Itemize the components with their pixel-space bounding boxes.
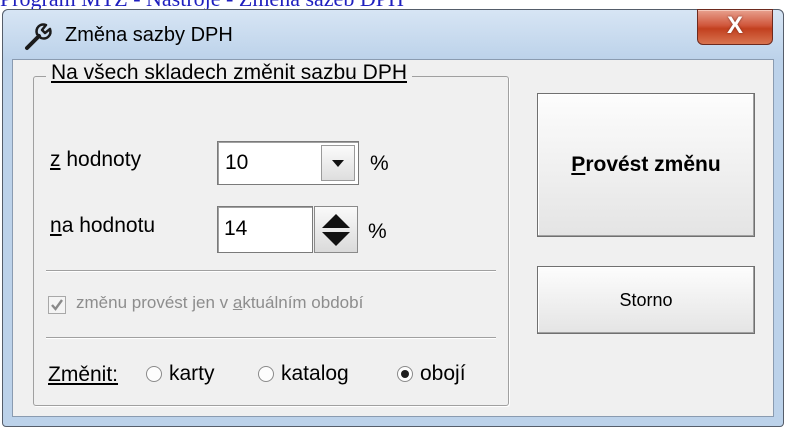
current-period-checkbox[interactable] (48, 296, 66, 314)
change-target-label: Změnit: (48, 363, 119, 386)
cancel-button[interactable]: Storno (537, 266, 755, 334)
dialog-content: Na všech skladech změnit sazbu DPH z hod… (12, 59, 774, 417)
to-value-label: na hodnotu (50, 214, 155, 238)
to-label-text: a hodnotu (61, 214, 156, 237)
from-value: 10 (225, 151, 249, 174)
current-period-label-accel: a (232, 293, 243, 312)
to-label-accel: n (50, 214, 62, 237)
dropdown-button[interactable] (321, 145, 355, 181)
radio-both-circle[interactable] (397, 366, 413, 382)
group-legend: Na všech skladech změnit sazbu DPH (46, 61, 412, 85)
execute-change-label-text: rovést změnu (585, 153, 721, 176)
radio-cards-label: karty (169, 362, 215, 385)
change-vat-group: Na všech skladech změnit sazbu DPH z hod… (33, 61, 509, 406)
from-label-accel: z (50, 148, 61, 171)
to-value-input[interactable]: 14 (217, 206, 313, 253)
from-label-text: hodnoty (60, 148, 142, 171)
radio-both-label: obojí (420, 362, 466, 385)
close-icon: X (726, 12, 743, 39)
to-value: 14 (224, 217, 248, 240)
current-period-label-start: změnu provést jen v (76, 293, 233, 312)
from-value-select[interactable]: 10 (217, 141, 359, 185)
wrench-icon (21, 22, 55, 52)
execute-change-label: Provést změnu (571, 153, 720, 177)
dialog-window: Změna sazby DPH X Na všech skladech změn… (2, 9, 784, 427)
title-bar[interactable]: Změna sazby DPH X (3, 9, 783, 60)
current-period-label-end: ktuálním období (242, 293, 364, 312)
separator (46, 337, 496, 339)
current-period-label: změnu provést jen v aktuálním období (76, 293, 363, 313)
from-value-label: z hodnoty (50, 148, 141, 172)
close-button[interactable]: X (697, 9, 773, 45)
radio-cards-circle[interactable] (146, 366, 162, 382)
radio-catalog-circle[interactable] (258, 366, 274, 382)
page-title: Program MTZ - Nástroje - Změna sazeb DPH (0, 0, 404, 10)
cancel-label: Storno (619, 289, 673, 310)
to-value-spinner[interactable] (314, 206, 358, 253)
from-percent-sign: % (370, 152, 389, 175)
separator (46, 270, 496, 272)
radio-catalog-label: katalog (281, 362, 349, 385)
execute-change-label-accel: P (571, 153, 586, 176)
execute-change-button[interactable]: Provést změnu (537, 93, 755, 237)
to-percent-sign: % (368, 220, 387, 243)
window-title: Změna sazby DPH (65, 24, 233, 46)
